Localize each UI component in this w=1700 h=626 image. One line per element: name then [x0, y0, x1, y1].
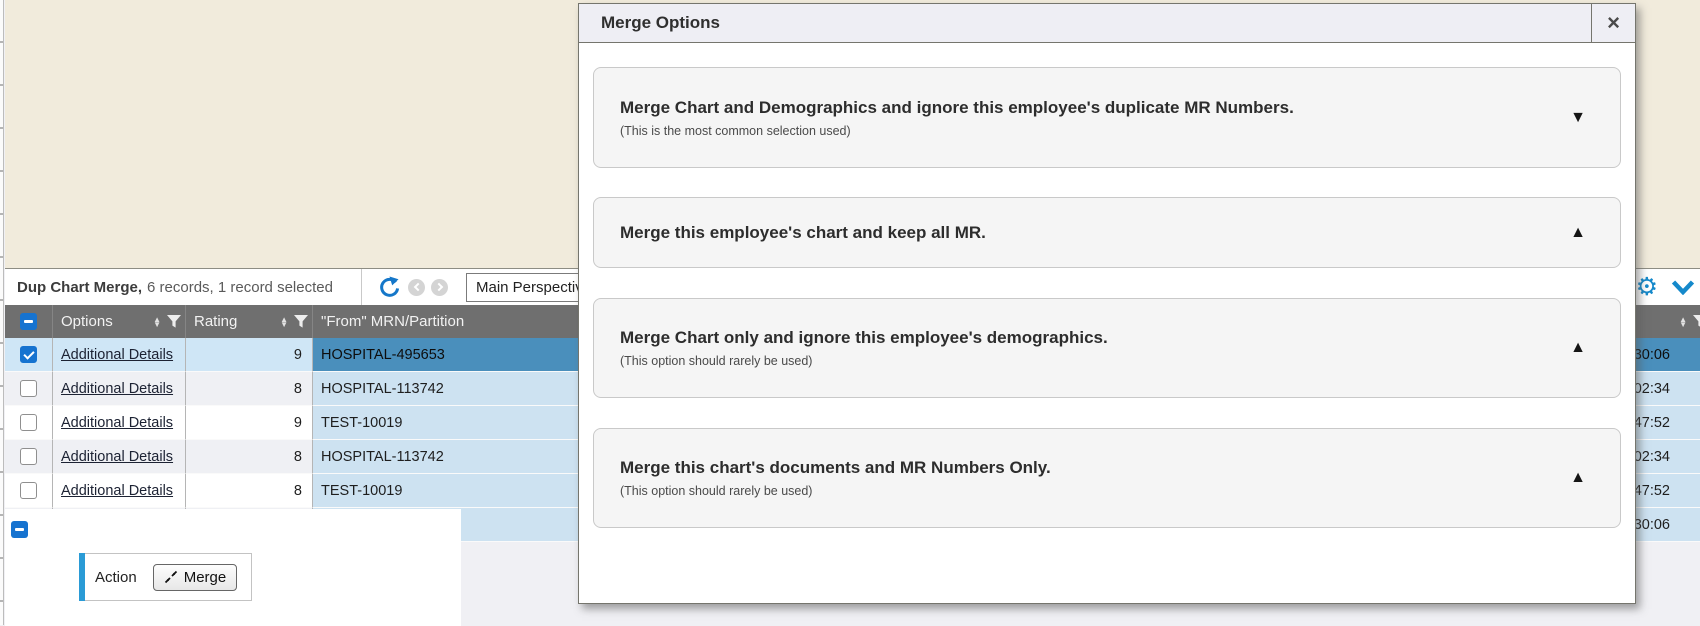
footer-minus-icon[interactable]: [11, 521, 28, 538]
merge-icon: [164, 570, 178, 584]
close-icon: ×: [1607, 10, 1620, 36]
additional-details-link[interactable]: Additional Details: [61, 347, 173, 363]
row-select-cell: [5, 474, 53, 508]
triangle-up-icon: ▲: [1570, 469, 1586, 487]
option-title: Merge Chart and Demographics and ignore …: [620, 98, 1570, 118]
options-cell: Additional Details: [53, 338, 186, 372]
column-label: "From" MRN/Partition: [321, 313, 464, 330]
column-header-options[interactable]: Options ▲▼: [53, 305, 186, 338]
column-header-rating[interactable]: Rating ▲▼: [186, 305, 313, 338]
row-checkbox[interactable]: [20, 346, 37, 363]
rating-cell: 9: [186, 338, 313, 372]
merge-option-keep-all-mr[interactable]: Merge this employee's chart and keep all…: [593, 197, 1621, 268]
grid-title: Dup Chart Merge, 6 records, 1 record sel…: [5, 269, 362, 305]
row-select-cell: [5, 372, 53, 406]
additional-details-link[interactable]: Additional Details: [61, 483, 173, 499]
select-all-checkbox[interactable]: [5, 305, 53, 338]
option-title: Merge this employee's chart and keep all…: [620, 223, 1570, 243]
merge-options-dialog: Merge Options × Merge Chart and Demograp…: [578, 3, 1636, 604]
filter-icon[interactable]: [294, 315, 308, 328]
grid-record-count: 6 records, 1 record selected: [147, 279, 333, 296]
triangle-down-icon: ▼: [1570, 109, 1586, 127]
option-subtitle: (This option should rarely be used): [620, 354, 1570, 368]
chevron-left-icon: [413, 283, 421, 291]
row-checkbox[interactable]: [20, 448, 37, 465]
next-page-icon[interactable]: [431, 279, 448, 296]
column-label: Rating: [194, 313, 237, 330]
rating-cell: 9: [186, 406, 313, 440]
perspective-value: Main Perspective: [476, 279, 591, 296]
merge-button[interactable]: Merge: [153, 564, 238, 591]
chevron-down-icon[interactable]: [1671, 280, 1695, 295]
row-select-cell: [5, 440, 53, 474]
row-checkbox[interactable]: [20, 482, 37, 499]
dialog-header: Merge Options ×: [579, 4, 1635, 43]
triangle-up-icon: ▲: [1570, 339, 1586, 357]
row-select-cell: [5, 406, 53, 440]
chevron-right-icon: [434, 283, 442, 291]
merge-option-documents-and-mr-only[interactable]: Merge this chart's documents and MR Numb…: [593, 428, 1621, 528]
additional-details-link[interactable]: Additional Details: [61, 415, 173, 431]
prev-page-icon[interactable]: [408, 279, 425, 296]
triangle-up-icon: ▲: [1570, 224, 1586, 242]
action-label: Action: [95, 569, 137, 586]
merge-option-chart-and-demographics[interactable]: Merge Chart and Demographics and ignore …: [593, 67, 1621, 168]
column-label: Options: [61, 313, 113, 330]
sort-icon[interactable]: ▲▼: [1679, 317, 1687, 327]
filter-icon[interactable]: [167, 315, 181, 328]
options-cell: Additional Details: [53, 474, 186, 508]
rating-cell: 8: [186, 372, 313, 406]
gear-icon[interactable]: ⚙: [1636, 275, 1658, 300]
filter-icon[interactable]: [1693, 315, 1700, 328]
options-cell: Additional Details: [53, 440, 186, 474]
options-cell: Additional Details: [53, 372, 186, 406]
rating-cell: 8: [186, 474, 313, 508]
grid-footer: Action Merge: [5, 509, 461, 626]
grid-title-name: Dup Chart Merge,: [17, 279, 142, 296]
sort-icon[interactable]: ▲▼: [280, 317, 288, 327]
sort-icon[interactable]: ▲▼: [153, 317, 161, 327]
option-title: Merge this chart's documents and MR Numb…: [620, 458, 1570, 478]
merge-option-chart-only[interactable]: Merge Chart only and ignore this employe…: [593, 298, 1621, 398]
close-button[interactable]: ×: [1591, 4, 1635, 42]
left-ruler: [0, 0, 4, 625]
rating-cell: 8: [186, 440, 313, 474]
merge-button-label: Merge: [184, 569, 227, 586]
row-checkbox[interactable]: [20, 380, 37, 397]
dialog-title: Merge Options: [579, 4, 1591, 42]
action-tab: Action Merge: [85, 553, 252, 601]
dialog-body: Merge Chart and Demographics and ignore …: [579, 43, 1635, 528]
row-select-cell: [5, 338, 53, 372]
refresh-icon[interactable]: [378, 275, 402, 299]
option-subtitle: (This option should rarely be used): [620, 484, 1570, 498]
minus-icon: [20, 313, 37, 330]
additional-details-link[interactable]: Additional Details: [61, 381, 173, 397]
option-title: Merge Chart only and ignore this employe…: [620, 328, 1570, 348]
options-cell: Additional Details: [53, 406, 186, 440]
additional-details-link[interactable]: Additional Details: [61, 449, 173, 465]
option-subtitle: (This is the most common selection used): [620, 124, 1570, 138]
row-checkbox[interactable]: [20, 414, 37, 431]
